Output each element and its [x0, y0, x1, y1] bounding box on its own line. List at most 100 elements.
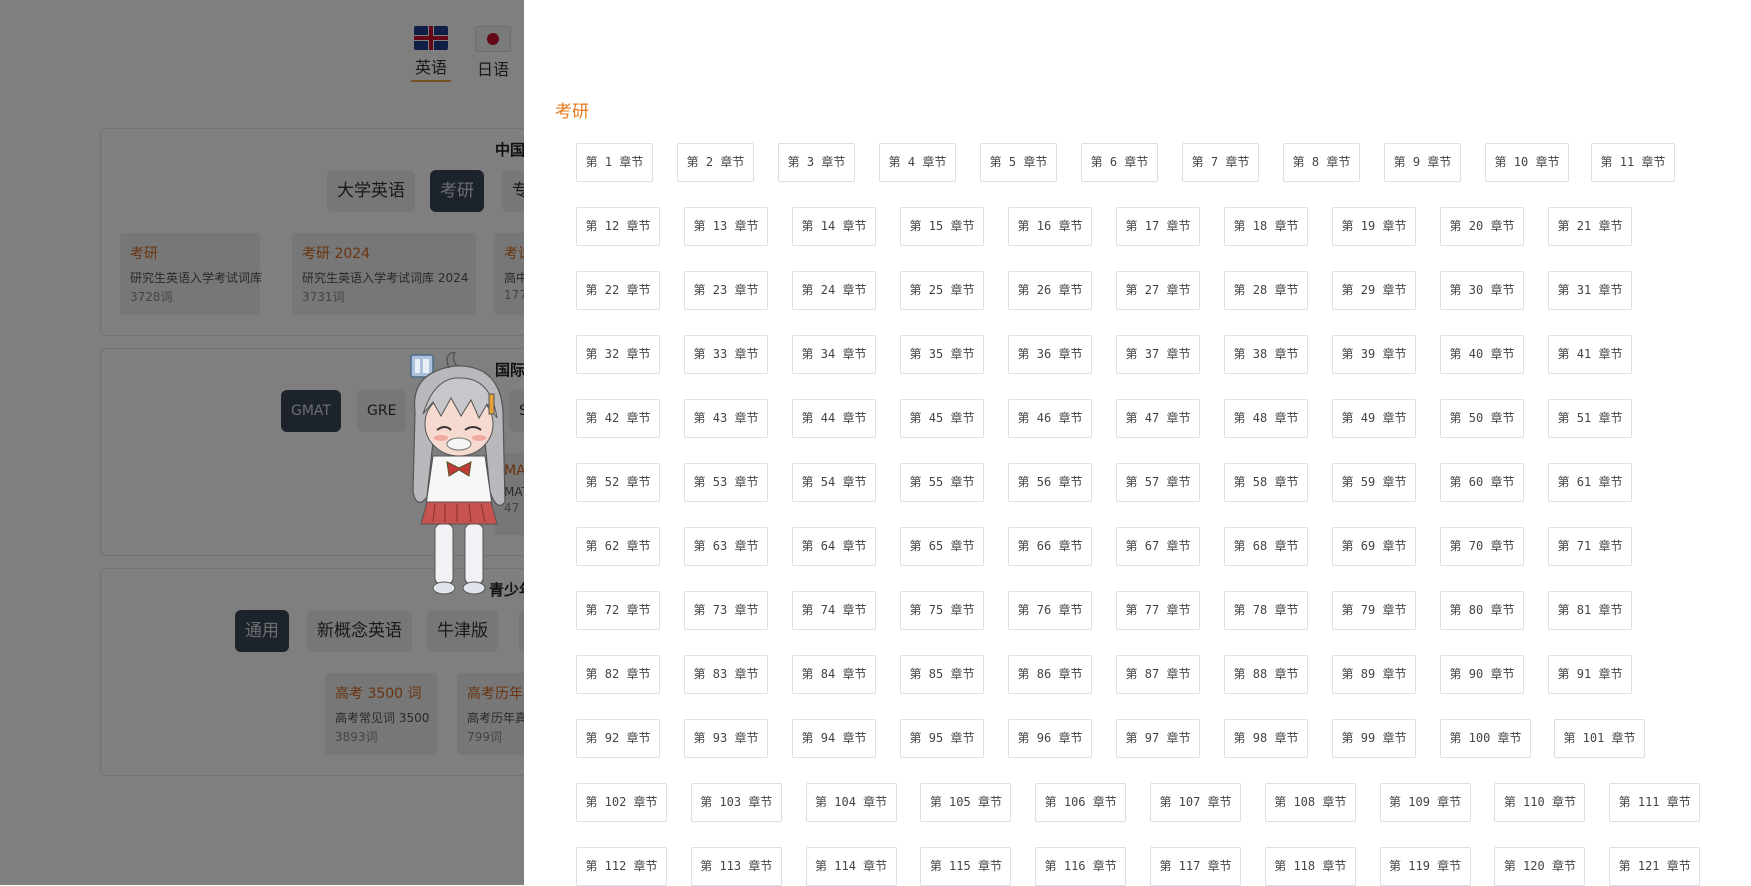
chapter-button[interactable]: 第 97 章节: [1116, 719, 1200, 758]
chapter-button[interactable]: 第 109 章节: [1379, 783, 1471, 822]
chapter-button[interactable]: 第 77 章节: [1116, 591, 1200, 630]
chapter-button[interactable]: 第 18 章节: [1224, 207, 1308, 246]
chapter-button[interactable]: 第 17 章节: [1116, 207, 1200, 246]
chapter-button[interactable]: 第 42 章节: [576, 399, 660, 438]
chapter-button[interactable]: 第 46 章节: [1008, 399, 1092, 438]
chapter-button[interactable]: 第 115 章节: [920, 847, 1012, 886]
chapter-button[interactable]: 第 5 章节: [980, 143, 1057, 182]
chapter-button[interactable]: 第 4 章节: [879, 143, 956, 182]
chapter-button[interactable]: 第 87 章节: [1116, 655, 1200, 694]
chapter-button[interactable]: 第 78 章节: [1224, 591, 1308, 630]
chapter-button[interactable]: 第 23 章节: [684, 271, 768, 310]
chapter-button[interactable]: 第 63 章节: [684, 527, 768, 566]
chapter-button[interactable]: 第 45 章节: [900, 399, 984, 438]
chapter-button[interactable]: 第 54 章节: [792, 463, 876, 502]
chapter-button[interactable]: 第 57 章节: [1116, 463, 1200, 502]
chapter-button[interactable]: 第 104 章节: [805, 783, 897, 822]
chapter-button[interactable]: 第 103 章节: [690, 783, 782, 822]
chapter-button[interactable]: 第 8 章节: [1283, 143, 1360, 182]
chapter-button[interactable]: 第 36 章节: [1008, 335, 1092, 374]
chapter-button[interactable]: 第 111 章节: [1609, 783, 1701, 822]
chapter-button[interactable]: 第 107 章节: [1150, 783, 1241, 822]
chapter-button[interactable]: 第 33 章节: [684, 335, 768, 374]
chapter-button[interactable]: 第 105 章节: [920, 783, 1012, 822]
chapter-button[interactable]: 第 1 章节: [576, 143, 653, 182]
chapter-button[interactable]: 第 50 章节: [1440, 399, 1524, 438]
chapter-button[interactable]: 第 102 章节: [576, 783, 667, 822]
chapter-button[interactable]: 第 82 章节: [576, 655, 660, 694]
chapter-button[interactable]: 第 7 章节: [1182, 143, 1259, 182]
chapter-button[interactable]: 第 58 章节: [1224, 463, 1308, 502]
chapter-button[interactable]: 第 66 章节: [1008, 527, 1092, 566]
chapter-button[interactable]: 第 117 章节: [1150, 847, 1241, 886]
chapter-button[interactable]: 第 43 章节: [684, 399, 768, 438]
chapter-button[interactable]: 第 70 章节: [1440, 527, 1524, 566]
chapter-button[interactable]: 第 94 章节: [792, 719, 876, 758]
chapter-button[interactable]: 第 64 章节: [792, 527, 876, 566]
chapter-button[interactable]: 第 69 章节: [1332, 527, 1416, 566]
chapter-button[interactable]: 第 98 章节: [1224, 719, 1308, 758]
chapter-button[interactable]: 第 41 章节: [1548, 335, 1632, 374]
chapter-button[interactable]: 第 96 章节: [1008, 719, 1092, 758]
chapter-button[interactable]: 第 101 章节: [1554, 719, 1645, 758]
chapter-button[interactable]: 第 44 章节: [792, 399, 876, 438]
chapter-button[interactable]: 第 40 章节: [1440, 335, 1524, 374]
chapter-button[interactable]: 第 100 章节: [1440, 719, 1531, 758]
chapter-button[interactable]: 第 20 章节: [1440, 207, 1524, 246]
chapter-button[interactable]: 第 19 章节: [1332, 207, 1416, 246]
chapter-button[interactable]: 第 84 章节: [792, 655, 876, 694]
chapter-button[interactable]: 第 99 章节: [1332, 719, 1416, 758]
chapter-button[interactable]: 第 80 章节: [1440, 591, 1524, 630]
chapter-button[interactable]: 第 6 章节: [1081, 143, 1158, 182]
chapter-button[interactable]: 第 3 章节: [778, 143, 855, 182]
chapter-button[interactable]: 第 16 章节: [1008, 207, 1092, 246]
chapter-button[interactable]: 第 68 章节: [1224, 527, 1308, 566]
chapter-button[interactable]: 第 71 章节: [1548, 527, 1632, 566]
chapter-button[interactable]: 第 119 章节: [1379, 847, 1471, 886]
chapter-button[interactable]: 第 106 章节: [1035, 783, 1127, 822]
chapter-button[interactable]: 第 28 章节: [1224, 271, 1308, 310]
chapter-button[interactable]: 第 34 章节: [792, 335, 876, 374]
chapter-button[interactable]: 第 9 章节: [1384, 143, 1461, 182]
chapter-button[interactable]: 第 52 章节: [576, 463, 660, 502]
chapter-button[interactable]: 第 10 章节: [1485, 143, 1569, 182]
chapter-button[interactable]: 第 110 章节: [1494, 783, 1586, 822]
chapter-button[interactable]: 第 27 章节: [1116, 271, 1200, 310]
chapter-button[interactable]: 第 59 章节: [1332, 463, 1416, 502]
chapter-button[interactable]: 第 31 章节: [1548, 271, 1632, 310]
chapter-button[interactable]: 第 72 章节: [576, 591, 660, 630]
chapter-button[interactable]: 第 30 章节: [1440, 271, 1524, 310]
chapter-button[interactable]: 第 13 章节: [684, 207, 768, 246]
mascot-character-icon[interactable]: [405, 352, 515, 604]
chapter-button[interactable]: 第 91 章节: [1548, 655, 1632, 694]
chapter-button[interactable]: 第 121 章节: [1609, 847, 1701, 886]
chapter-button[interactable]: 第 51 章节: [1548, 399, 1632, 438]
chapter-button[interactable]: 第 48 章节: [1224, 399, 1308, 438]
chapter-button[interactable]: 第 85 章节: [900, 655, 984, 694]
chapter-button[interactable]: 第 73 章节: [684, 591, 768, 630]
chapter-button[interactable]: 第 2 章节: [677, 143, 754, 182]
chapter-button[interactable]: 第 89 章节: [1332, 655, 1416, 694]
chapter-button[interactable]: 第 37 章节: [1116, 335, 1200, 374]
chapter-button[interactable]: 第 38 章节: [1224, 335, 1308, 374]
chapter-button[interactable]: 第 21 章节: [1548, 207, 1632, 246]
chapter-button[interactable]: 第 108 章节: [1264, 783, 1356, 822]
chapter-button[interactable]: 第 22 章节: [576, 271, 660, 310]
chapter-button[interactable]: 第 116 章节: [1035, 847, 1127, 886]
chapter-button[interactable]: 第 47 章节: [1116, 399, 1200, 438]
chapter-button[interactable]: 第 61 章节: [1548, 463, 1632, 502]
chapter-button[interactable]: 第 35 章节: [900, 335, 984, 374]
chapter-button[interactable]: 第 39 章节: [1332, 335, 1416, 374]
chapter-button[interactable]: 第 75 章节: [900, 591, 984, 630]
chapter-button[interactable]: 第 25 章节: [900, 271, 984, 310]
chapter-button[interactable]: 第 11 章节: [1591, 143, 1675, 182]
chapter-button[interactable]: 第 86 章节: [1008, 655, 1092, 694]
chapter-button[interactable]: 第 79 章节: [1332, 591, 1416, 630]
chapter-button[interactable]: 第 14 章节: [792, 207, 876, 246]
chapter-button[interactable]: 第 24 章节: [792, 271, 876, 310]
chapter-button[interactable]: 第 62 章节: [576, 527, 660, 566]
chapter-button[interactable]: 第 32 章节: [576, 335, 660, 374]
chapter-button[interactable]: 第 49 章节: [1332, 399, 1416, 438]
chapter-button[interactable]: 第 26 章节: [1008, 271, 1092, 310]
chapter-button[interactable]: 第 90 章节: [1440, 655, 1524, 694]
